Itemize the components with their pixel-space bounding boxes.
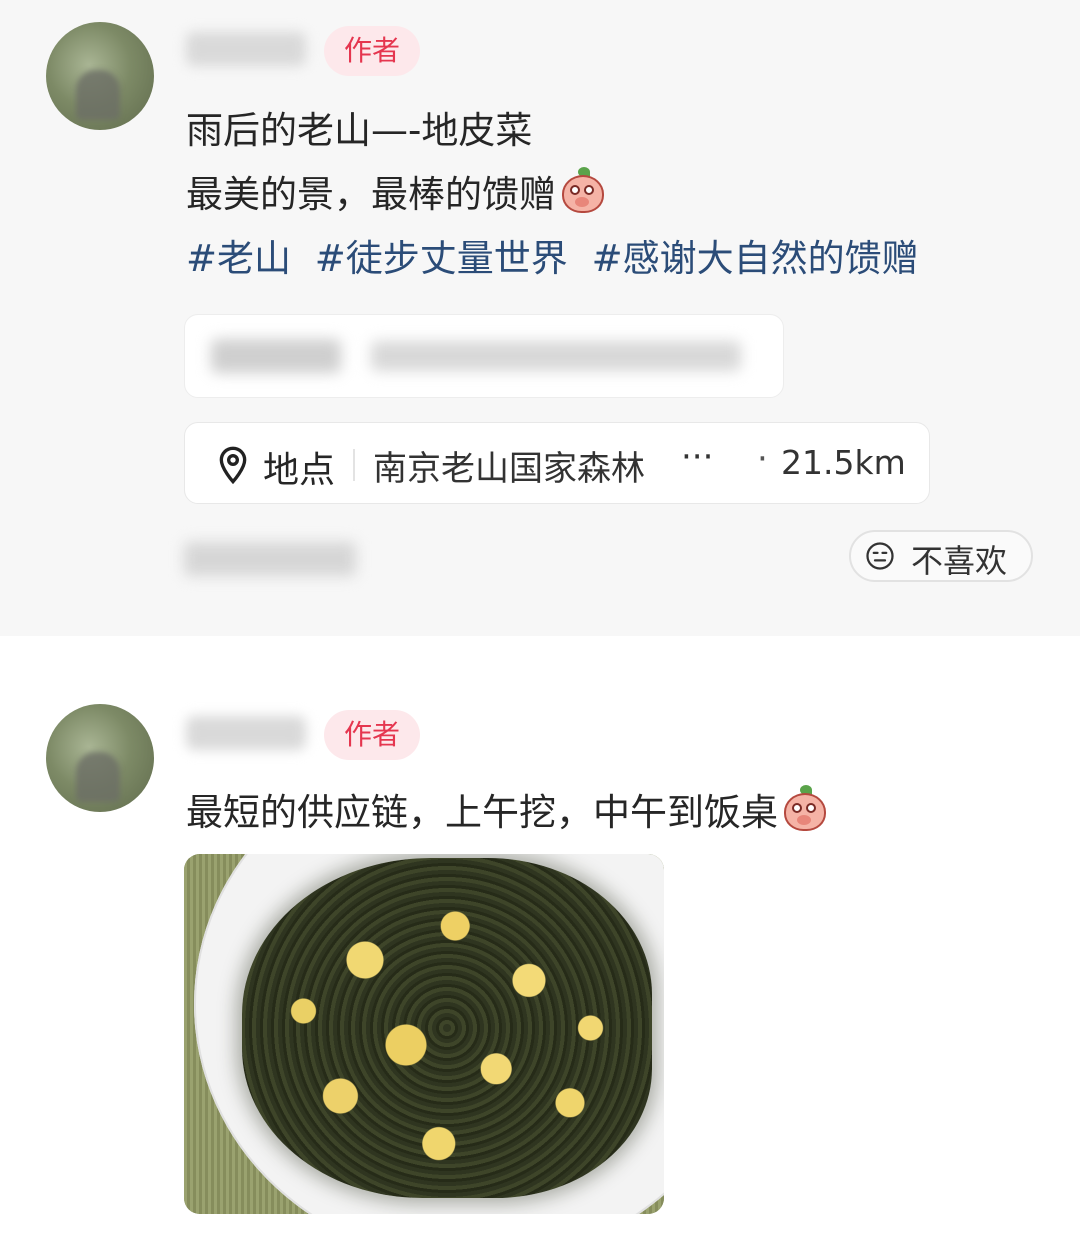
hashtag-list: #老山 #徒步丈量世界 #感谢大自然的馈赠 <box>186 228 931 282</box>
username-blurred[interactable] <box>186 716 306 750</box>
avatar[interactable] <box>46 704 154 812</box>
username-blurred[interactable] <box>186 32 306 66</box>
hashtag-hiking[interactable]: #徒步丈量世界 <box>315 237 568 280</box>
neutral-face-icon <box>866 542 894 570</box>
hashtag-laoshan[interactable]: #老山 <box>186 237 291 280</box>
location-ellipsis: ··· <box>681 437 714 477</box>
author-badge: 作者 <box>324 26 421 76</box>
stir-fried-egg-dish <box>242 858 652 1198</box>
avatar[interactable] <box>46 22 154 130</box>
post-text-line-1-text: 最短的供应链，上午挖，中午到饭桌 <box>186 791 778 834</box>
comment-1: 作者 雨后的老山—-地皮菜 最美的景，最棒的馈赠 #老山 #徒步丈量世界 #感谢… <box>0 0 1080 636</box>
dislike-label: 不喜欢 <box>911 542 1008 580</box>
blurred-link-card[interactable] <box>184 314 784 398</box>
food-photo[interactable] <box>184 854 664 1214</box>
location-label: 地点 <box>263 450 336 491</box>
post-text-line-1: 雨后的老山—-地皮菜 <box>186 109 533 152</box>
location-place: 南京老山国家森林 <box>373 449 645 489</box>
location-dot: · <box>757 439 768 479</box>
dislike-button[interactable]: 不喜欢 <box>849 530 1033 582</box>
location-distance: 21.5km <box>781 443 906 482</box>
location-card[interactable]: 地点 南京老山国家森林 ··· · 21.5km <box>184 422 930 504</box>
author-badge: 作者 <box>324 710 421 760</box>
hashtag-nature-gift[interactable]: #感谢大自然的馈赠 <box>592 237 919 280</box>
peach-emoji-icon <box>560 167 606 213</box>
post-text-line-2-text: 最美的景，最棒的馈赠 <box>186 173 556 216</box>
post-text-line-2: 最美的景，最棒的馈赠 <box>186 164 606 218</box>
peach-emoji-icon <box>782 785 828 831</box>
post-text-line-1: 最短的供应链，上午挖，中午到饭桌 <box>186 782 828 836</box>
map-pin-icon <box>219 446 247 485</box>
date-blurred <box>184 542 356 576</box>
location-divider <box>353 449 355 481</box>
